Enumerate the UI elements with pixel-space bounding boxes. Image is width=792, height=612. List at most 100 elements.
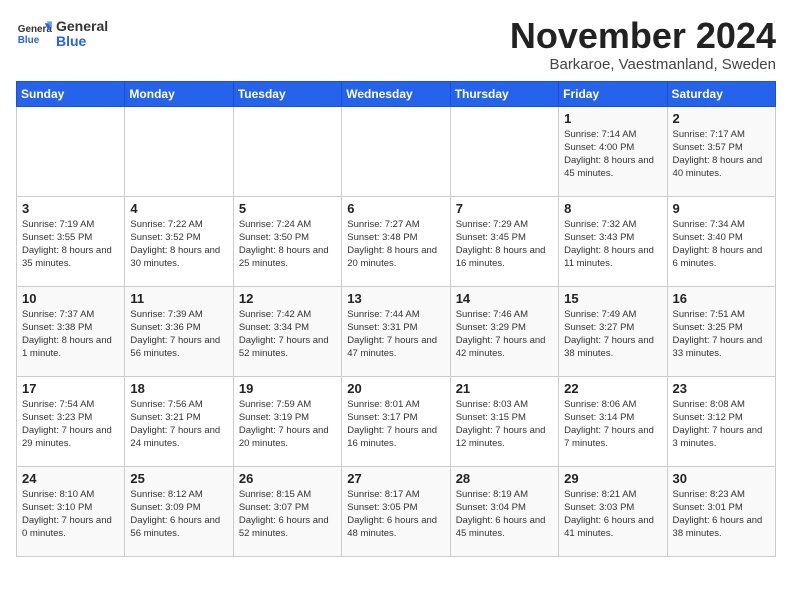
day-info: Sunrise: 7:49 AM Sunset: 3:27 PM Dayligh…: [564, 308, 661, 361]
calendar-cell: [450, 106, 558, 196]
calendar-cell: [125, 106, 233, 196]
month-title: November 2024: [510, 16, 776, 56]
title-area: November 2024 Barkaroe, Vaestmanland, Sw…: [510, 16, 776, 73]
calendar-cell: 4Sunrise: 7:22 AM Sunset: 3:52 PM Daylig…: [125, 196, 233, 286]
calendar-cell: 29 Sunrise: 8:21 AM Sunset: 3:03 PM Dayli…: [559, 466, 667, 556]
location: Barkaroe, Vaestmanland, Sweden: [510, 56, 776, 73]
day-number: 22: [564, 381, 661, 396]
day-info: Sunrise: 8:23 AM Sunset: 3:01 PM Dayligh…: [673, 488, 770, 541]
calendar-cell: 16 Sunrise: 7:51 AM Sunset: 3:25 PM Dayli…: [667, 286, 775, 376]
day-number: 20: [347, 381, 444, 396]
day-info: Sunrise: 7:22 AM Sunset: 3:52 PM Dayligh…: [130, 218, 227, 271]
day-info: Sunrise: 7:27 AM Sunset: 3:48 PM Dayligh…: [347, 218, 444, 271]
calendar-week-1: 1 Sunrise: 7:14 AM Sunset: 4:00 PM Daylig…: [17, 106, 776, 196]
day-info: Sunrise: 8:03 AM Sunset: 3:15 PM Dayligh…: [456, 398, 553, 451]
day-number: 17: [22, 381, 119, 396]
day-number: 14: [456, 291, 553, 306]
calendar-cell: 9 Sunrise: 7:34 AM Sunset: 3:40 PM Daylig…: [667, 196, 775, 286]
day-number: 23: [673, 381, 770, 396]
calendar-cell: 1 Sunrise: 7:14 AM Sunset: 4:00 PM Daylig…: [559, 106, 667, 196]
calendar-header: Sunday Monday Tuesday Wednesday Thursday…: [17, 81, 776, 106]
day-number: 5: [239, 201, 336, 216]
calendar-cell: [233, 106, 341, 196]
day-number: 16: [673, 291, 770, 306]
day-info: Sunrise: 8:15 AM Sunset: 3:07 PM Dayligh…: [239, 488, 336, 541]
day-info: Sunrise: 8:06 AM Sunset: 3:14 PM Dayligh…: [564, 398, 661, 451]
day-info: Sunrise: 7:14 AM Sunset: 4:00 PM Dayligh…: [564, 128, 661, 181]
calendar-cell: [342, 106, 450, 196]
day-number: 6: [347, 201, 444, 216]
logo-icon: General Blue: [16, 16, 52, 52]
day-number: 2: [673, 111, 770, 126]
day-info: Sunrise: 8:21 AM Sunset: 3:03 PM Dayligh…: [564, 488, 661, 541]
day-info: Sunrise: 7:29 AM Sunset: 3:45 PM Dayligh…: [456, 218, 553, 271]
day-info: Sunrise: 8:17 AM Sunset: 3:05 PM Dayligh…: [347, 488, 444, 541]
calendar-cell: 25Sunrise: 8:12 AM Sunset: 3:09 PM Dayli…: [125, 466, 233, 556]
day-info: Sunrise: 7:44 AM Sunset: 3:31 PM Dayligh…: [347, 308, 444, 361]
day-info: Sunrise: 7:24 AM Sunset: 3:50 PM Dayligh…: [239, 218, 336, 271]
header-friday: Friday: [559, 81, 667, 106]
calendar-cell: 5 Sunrise: 7:24 AM Sunset: 3:50 PM Daylig…: [233, 196, 341, 286]
day-number: 10: [22, 291, 119, 306]
day-info: Sunrise: 7:19 AM Sunset: 3:55 PM Dayligh…: [22, 218, 119, 271]
day-number: 1: [564, 111, 661, 126]
day-info: Sunrise: 8:01 AM Sunset: 3:17 PM Dayligh…: [347, 398, 444, 451]
header-tuesday: Tuesday: [233, 81, 341, 106]
day-info: Sunrise: 7:54 AM Sunset: 3:23 PM Dayligh…: [22, 398, 119, 451]
calendar-cell: [17, 106, 125, 196]
day-info: Sunrise: 7:42 AM Sunset: 3:34 PM Dayligh…: [239, 308, 336, 361]
day-number: 13: [347, 291, 444, 306]
day-number: 25: [130, 471, 227, 486]
day-info: Sunrise: 7:34 AM Sunset: 3:40 PM Dayligh…: [673, 218, 770, 271]
calendar-table: Sunday Monday Tuesday Wednesday Thursday…: [16, 81, 776, 557]
logo: General Blue General Blue: [16, 16, 108, 52]
day-number: 15: [564, 291, 661, 306]
day-info: Sunrise: 7:56 AM Sunset: 3:21 PM Dayligh…: [130, 398, 227, 451]
day-info: Sunrise: 7:37 AM Sunset: 3:38 PM Dayligh…: [22, 308, 119, 361]
day-number: 30: [673, 471, 770, 486]
header-row: Sunday Monday Tuesday Wednesday Thursday…: [17, 81, 776, 106]
calendar-cell: 21Sunrise: 8:03 AM Sunset: 3:15 PM Dayli…: [450, 376, 558, 466]
calendar-cell: 19 Sunrise: 7:59 AM Sunset: 3:19 PM Dayli…: [233, 376, 341, 466]
calendar-week-2: 3 Sunrise: 7:19 AM Sunset: 3:55 PM Daylig…: [17, 196, 776, 286]
header-thursday: Thursday: [450, 81, 558, 106]
day-number: 9: [673, 201, 770, 216]
calendar-cell: 15 Sunrise: 7:49 AM Sunset: 3:27 PM Dayli…: [559, 286, 667, 376]
day-info: Sunrise: 7:17 AM Sunset: 3:57 PM Dayligh…: [673, 128, 770, 181]
day-number: 11: [130, 291, 227, 306]
calendar-cell: 18Sunrise: 7:56 AM Sunset: 3:21 PM Dayli…: [125, 376, 233, 466]
day-number: 24: [22, 471, 119, 486]
calendar-cell: 11Sunrise: 7:39 AM Sunset: 3:36 PM Dayli…: [125, 286, 233, 376]
calendar-cell: 7Sunrise: 7:29 AM Sunset: 3:45 PM Daylig…: [450, 196, 558, 286]
calendar-cell: 23 Sunrise: 8:08 AM Sunset: 3:12 PM Dayli…: [667, 376, 775, 466]
calendar-cell: 27Sunrise: 8:17 AM Sunset: 3:05 PM Dayli…: [342, 466, 450, 556]
header-sunday: Sunday: [17, 81, 125, 106]
calendar-cell: 24 Sunrise: 8:10 AM Sunset: 3:10 PM Dayli…: [17, 466, 125, 556]
logo-general: General: [56, 19, 108, 34]
day-info: Sunrise: 7:59 AM Sunset: 3:19 PM Dayligh…: [239, 398, 336, 451]
calendar-week-5: 24 Sunrise: 8:10 AM Sunset: 3:10 PM Dayli…: [17, 466, 776, 556]
day-info: Sunrise: 8:19 AM Sunset: 3:04 PM Dayligh…: [456, 488, 553, 541]
header-saturday: Saturday: [667, 81, 775, 106]
calendar-cell: 10 Sunrise: 7:37 AM Sunset: 3:38 PM Dayli…: [17, 286, 125, 376]
day-info: Sunrise: 8:10 AM Sunset: 3:10 PM Dayligh…: [22, 488, 119, 541]
calendar-week-3: 10 Sunrise: 7:37 AM Sunset: 3:38 PM Dayli…: [17, 286, 776, 376]
day-number: 29: [564, 471, 661, 486]
day-number: 28: [456, 471, 553, 486]
day-number: 3: [22, 201, 119, 216]
day-number: 19: [239, 381, 336, 396]
calendar-cell: 14Sunrise: 7:46 AM Sunset: 3:29 PM Dayli…: [450, 286, 558, 376]
calendar-cell: 26Sunrise: 8:15 AM Sunset: 3:07 PM Dayli…: [233, 466, 341, 556]
day-number: 12: [239, 291, 336, 306]
calendar-cell: 20 Sunrise: 8:01 AM Sunset: 3:17 PM Dayli…: [342, 376, 450, 466]
calendar-cell: 13 Sunrise: 7:44 AM Sunset: 3:31 PM Dayli…: [342, 286, 450, 376]
calendar-cell: 22 Sunrise: 8:06 AM Sunset: 3:14 PM Dayli…: [559, 376, 667, 466]
day-info: Sunrise: 8:08 AM Sunset: 3:12 PM Dayligh…: [673, 398, 770, 451]
day-info: Sunrise: 7:51 AM Sunset: 3:25 PM Dayligh…: [673, 308, 770, 361]
calendar-cell: 6 Sunrise: 7:27 AM Sunset: 3:48 PM Daylig…: [342, 196, 450, 286]
calendar-cell: 8Sunrise: 7:32 AM Sunset: 3:43 PM Daylig…: [559, 196, 667, 286]
calendar-week-4: 17 Sunrise: 7:54 AM Sunset: 3:23 PM Dayli…: [17, 376, 776, 466]
header-monday: Monday: [125, 81, 233, 106]
logo-text: General Blue: [56, 19, 108, 50]
calendar-cell: 3 Sunrise: 7:19 AM Sunset: 3:55 PM Daylig…: [17, 196, 125, 286]
